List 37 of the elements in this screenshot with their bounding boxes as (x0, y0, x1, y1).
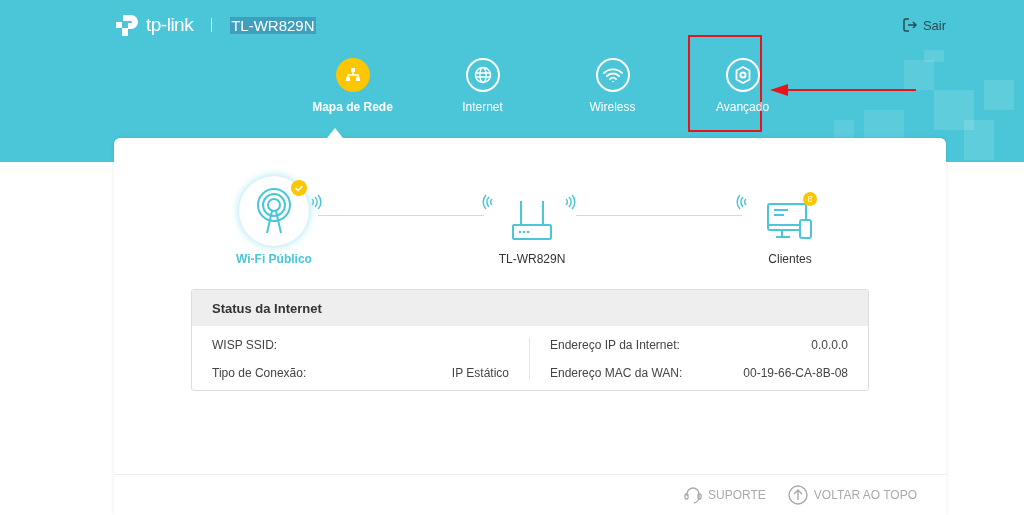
device-node[interactable] (239, 176, 309, 246)
field-value: 00-19-66-CA-8B-08 (743, 366, 848, 380)
antenna-tower-icon (254, 187, 294, 235)
field-label: WISP SSID: (212, 338, 278, 352)
computer-phone-icon (766, 200, 814, 242)
field-value: IP Estático (451, 366, 509, 380)
brand-name: tp-link (146, 14, 194, 36)
gear-icon (733, 66, 752, 84)
logo-icon (114, 12, 140, 38)
check-badge-icon (291, 180, 307, 196)
signal-waves-icon (736, 194, 748, 210)
logout-button[interactable]: Sair (902, 17, 946, 33)
device-label: TL-WR829N (498, 252, 566, 266)
signal-waves-icon (310, 194, 322, 210)
arrow-up-icon (787, 485, 808, 505)
model-name: TL-WR829N (230, 16, 316, 34)
client-count: 8 (803, 192, 817, 206)
globe-icon (473, 66, 492, 84)
field-label: Tipo de Conexão: (212, 366, 307, 380)
router-icon (510, 199, 554, 243)
field-value: 0.0.0.0 (811, 338, 848, 352)
device-label: Wi-Fi Público (236, 252, 312, 266)
wifi-icon (602, 67, 623, 83)
nav-tab[interactable]: Internet (417, 54, 548, 131)
footer-link[interactable]: VOLTAR AO TOPO (787, 485, 917, 505)
nav-tab[interactable]: Mapa de Rede (287, 54, 418, 131)
field-label: Endereço IP da Internet: (550, 338, 680, 352)
signal-waves-icon (564, 194, 576, 210)
device-label: Clientes (768, 252, 812, 266)
headset-icon (684, 486, 703, 504)
field-label: Endereço MAC da WAN: (550, 366, 683, 380)
logout-icon (902, 18, 917, 32)
signal-waves-icon (482, 194, 494, 210)
panel-title: Status da Internet (192, 290, 868, 326)
nav-tab[interactable]: Wireless (547, 54, 678, 131)
footer-link[interactable]: SUPORTE (684, 486, 766, 504)
network-icon (344, 68, 361, 82)
